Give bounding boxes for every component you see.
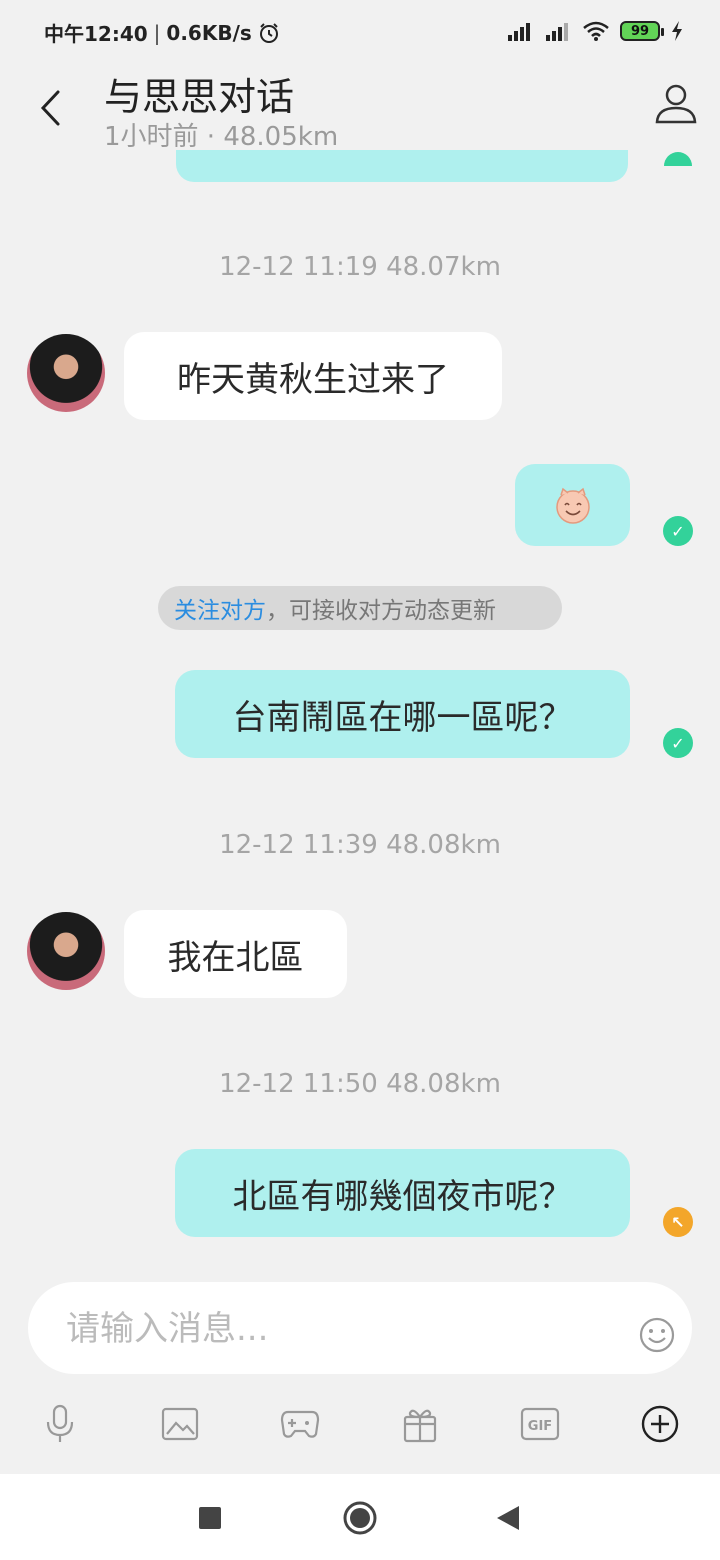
avatar[interactable] <box>27 912 105 990</box>
follow-notice-text: ，可接收对方动态更新 <box>266 598 496 624</box>
message-input[interactable] <box>64 1282 628 1376</box>
status-separator: | <box>153 20 161 45</box>
mic-icon[interactable] <box>38 1402 82 1446</box>
status-bar: 中午12:40 | 0.6KB/s 99 <box>0 0 720 66</box>
incoming-message: 昨天黄秋生过来了 <box>124 332 502 420</box>
message-input-box <box>28 1282 692 1376</box>
timestamp: 12-12 11:50 48.08km <box>219 1069 501 1099</box>
gift-icon[interactable] <box>398 1402 442 1446</box>
signal-icon-2 <box>546 23 568 41</box>
wifi-icon <box>583 21 609 41</box>
back-button[interactable] <box>30 84 70 132</box>
chevron-left-icon <box>40 90 60 126</box>
timestamp: 12-12 11:19 48.07km <box>219 252 501 282</box>
outgoing-sticker-message <box>515 464 630 546</box>
signal-icon <box>508 23 530 41</box>
plus-icon[interactable] <box>638 1402 682 1446</box>
timestamp: 12-12 11:39 48.08km <box>219 830 501 860</box>
sent-check-icon: ✓ <box>663 728 693 758</box>
gif-icon[interactable]: GIF <box>518 1402 562 1446</box>
sent-check-icon: ✓ <box>663 516 693 546</box>
previous-message-bubble <box>176 150 628 182</box>
status-right: 99 <box>506 20 684 42</box>
page-title: 与思思对话 <box>104 75 295 119</box>
follow-link[interactable]: 关注对方 <box>174 591 266 625</box>
pending-arrow-icon: ↖ <box>663 1207 693 1237</box>
follow-notice: 关注对方 ，可接收对方动态更新 <box>158 586 562 630</box>
status-left: 中午12:40 | 0.6KB/s <box>44 18 280 47</box>
square-icon <box>199 1507 221 1529</box>
emoji-icon[interactable] <box>638 1316 676 1354</box>
back-nav-button[interactable] <box>490 1500 526 1536</box>
status-time: 中午12:40 <box>44 22 148 46</box>
system-nav-bar <box>0 1474 720 1560</box>
input-toolbar: GIF <box>0 1394 720 1458</box>
network-speed: 0.6KB/s <box>166 20 252 45</box>
profile-icon[interactable] <box>654 82 698 126</box>
triangle-back-icon <box>497 1506 519 1530</box>
alarm-icon <box>259 22 278 43</box>
incoming-message: 我在北區 <box>124 910 347 998</box>
avatar[interactable] <box>27 334 105 412</box>
smiling-pig-emoji-icon <box>555 487 590 524</box>
game-icon[interactable] <box>278 1402 322 1446</box>
outgoing-message: 北區有哪幾個夜市呢？ <box>175 1149 630 1237</box>
outgoing-message: 台南鬧區在哪一區呢？ <box>175 670 630 758</box>
charging-icon <box>672 21 682 41</box>
page-subtitle: 1小时前 · 48.05km <box>104 122 339 152</box>
circle-icon <box>343 1501 377 1535</box>
home-button[interactable] <box>342 1500 378 1536</box>
battery-level: 99 <box>630 23 650 39</box>
battery-icon: 99 <box>620 21 664 41</box>
recents-button[interactable] <box>192 1500 228 1536</box>
image-icon[interactable] <box>158 1402 202 1446</box>
svg-text:GIF: GIF <box>528 1419 552 1434</box>
